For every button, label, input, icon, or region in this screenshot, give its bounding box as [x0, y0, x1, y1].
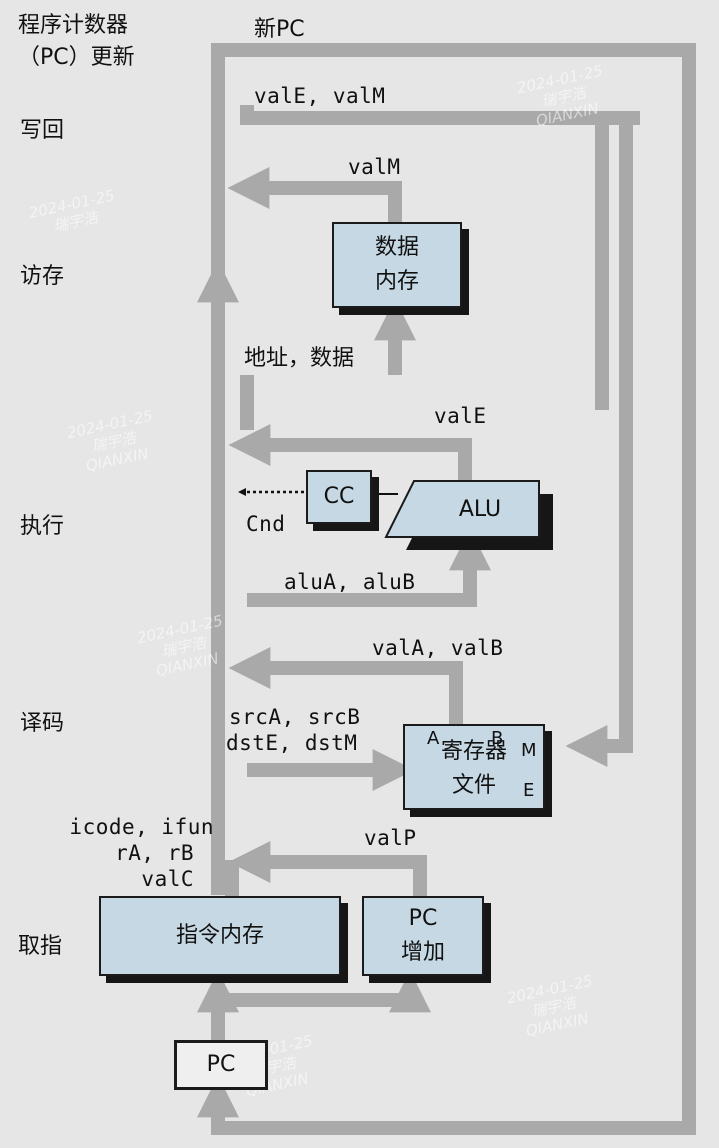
- valm-label: valM: [348, 155, 401, 179]
- stage-decode-label: 译码: [20, 711, 65, 736]
- valp-wire: [228, 841, 427, 896]
- dste-dstm-label: dstE, dstM: [226, 731, 358, 755]
- valc-label: valC: [141, 867, 194, 891]
- cnd-label: Cnd: [246, 512, 286, 536]
- addr-data-label: 地址，数据: [244, 346, 355, 371]
- vala-valb-label: valA, valB: [372, 636, 504, 660]
- pc-increment-label: PC 增加: [400, 906, 445, 965]
- pc-increment-block: PC 增加: [362, 896, 484, 976]
- valp-label: valP: [364, 826, 417, 850]
- reg-port-m: M: [521, 740, 537, 761]
- reg-port-a: A: [427, 728, 440, 749]
- stage-fetch-label: 取指: [18, 934, 63, 959]
- alu-label: ALU: [458, 497, 502, 522]
- stage-execute-label: 执行: [20, 514, 65, 539]
- valm-wire: [227, 167, 402, 222]
- data-memory-block: 数据 内存: [332, 222, 462, 308]
- cc-label: CC: [323, 484, 355, 509]
- pc-register-block: PC: [174, 1040, 268, 1090]
- reg-port-b: B: [491, 728, 504, 749]
- icode-ifun-label: icode, ifun: [69, 815, 214, 839]
- reg-port-e: E: [523, 780, 535, 801]
- srca-srcb-label: srcA, srcB: [229, 705, 361, 729]
- stage-pc-update-label: 程序计数器 （PC）更新: [18, 13, 135, 70]
- instruction-memory-label: 指令内存: [175, 923, 264, 948]
- stage-memory-label: 访存: [20, 264, 65, 289]
- alua-alub-label: aluA, aluB: [284, 570, 416, 594]
- pc-to-inc-wire: [218, 970, 431, 1013]
- data-memory-label: 数据 内存: [374, 235, 419, 294]
- vale-label: valE: [434, 404, 487, 428]
- new-pc-label: 新PC: [254, 17, 305, 42]
- instruction-memory-block: 指令内存: [99, 896, 341, 976]
- register-file-block: 寄存器 文件 A B M E: [403, 724, 545, 810]
- vale-valm-label: valE, valM: [254, 84, 386, 108]
- cc-block: CC: [306, 470, 372, 524]
- stage-writeback-label: 写回: [20, 118, 65, 143]
- ra-rb-label: rA, rB: [115, 841, 194, 865]
- pc-label: PC: [206, 1052, 236, 1077]
